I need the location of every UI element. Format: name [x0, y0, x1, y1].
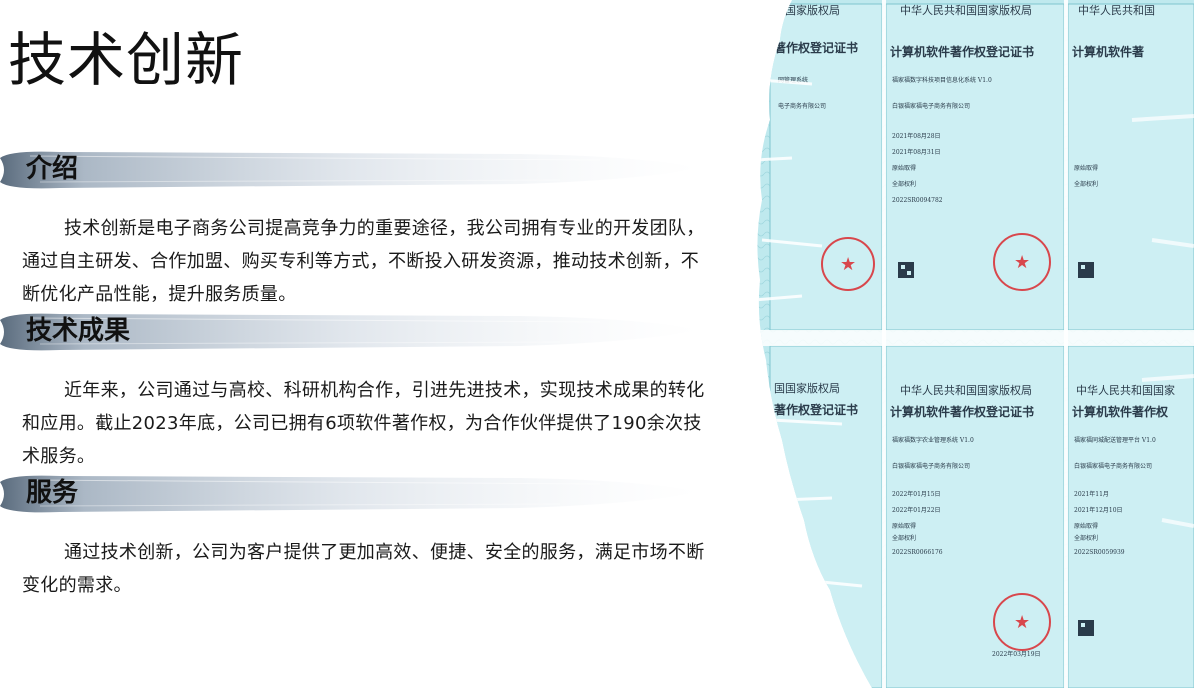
cert-method: 原始取得	[1074, 522, 1098, 530]
section-banner-intro: 介绍	[0, 148, 700, 192]
section-body-service: 通过技术创新，公司为客户提供了更加高效、便捷、安全的服务，满足市场不断变化的需求…	[22, 542, 705, 596]
cert-date-completed: 2021年08月28日	[892, 132, 941, 140]
cert-title: 计算机软件著	[1072, 44, 1144, 59]
section-heading-achievements: 技术成果	[26, 316, 131, 346]
qr-code-icon	[898, 262, 914, 278]
certificate-top-right: 中华人民共和国 计算机软件著 原始取得 全部权利	[1067, 3, 1194, 331]
cert-owner: 白银福家福电子商务有限公司	[1074, 462, 1152, 470]
section-heading-service: 服务	[26, 478, 79, 508]
cert-owner: 白银福家福电子商务有限公司	[892, 102, 970, 110]
certificates-image: 国国家版权局 著作权登记证书 网管理系统 电子商务有限公司 ★ 中华人民共和国国…	[752, 0, 1194, 688]
cert-date-completed: 2021年11月	[1074, 490, 1109, 498]
cert-scope: 全部权利	[1074, 180, 1098, 188]
svg-text:★: ★	[840, 254, 856, 275]
cert-header: 国国家版权局	[774, 3, 840, 17]
page-title: 技术创新	[8, 26, 245, 94]
brush-stroke-decoration	[0, 475, 700, 513]
cert-scope: 全部权利	[1074, 534, 1098, 542]
cert-title: 著作权登记证书	[773, 402, 858, 417]
cert-header: 中华人民共和国国家版权局	[900, 3, 1032, 17]
cert-header: 中华人民共和国	[1078, 3, 1155, 17]
certificate-bottom-right: 中华人民共和国国家 计算机软件著作权 福家福同城配送管理平台 V1.0 白银福家…	[1067, 345, 1194, 688]
section-heading-intro: 介绍	[26, 154, 79, 184]
brush-stroke-decoration	[0, 151, 700, 189]
svg-text:★: ★	[1014, 252, 1030, 273]
section-banner-achievements: 技术成果	[0, 310, 700, 354]
cert-title: 计算机软件著作权登记证书	[890, 404, 1034, 419]
section-body-intro: 技术创新是电子商务公司提高竞争力的重要途径，我公司拥有专业的开发团队，通过自主研…	[22, 218, 705, 305]
cert-number: 2022SR0066176	[892, 549, 943, 556]
cert-owner: 电子商务有限公司	[778, 102, 826, 110]
cert-header: 中华人民共和国国家版权局	[900, 383, 1032, 397]
cert-date-completed: 2022年01月15日	[892, 490, 941, 498]
cert-title: 计算机软件著作权	[1072, 404, 1169, 419]
cert-method: 原始取得	[892, 164, 916, 172]
cert-header: 国国家版权局	[774, 381, 840, 395]
certificate-bottom-left: 国国家版权局 著作权登记证书	[769, 345, 883, 688]
certificate-collage: 国国家版权局 著作权登记证书 网管理系统 电子商务有限公司 ★ 中华人民共和国国…	[757, 0, 1194, 688]
cert-method: 原始取得	[1074, 164, 1098, 172]
cert-title: 计算机软件著作权登记证书	[890, 44, 1034, 59]
cert-date-published: 2022年01月22日	[892, 506, 941, 514]
cert-scope: 全部权利	[892, 180, 916, 188]
cert-owner: 白银福家福电子商务有限公司	[892, 462, 970, 470]
cert-software: 福家福数字农业管理系统 V1.0	[892, 436, 974, 444]
certificate-top-left: 国国家版权局 著作权登记证书 网管理系统 电子商务有限公司 ★	[769, 3, 883, 331]
cert-date-published: 2021年08月31日	[892, 148, 941, 156]
slide-page: 技术创新 介绍 技术创新是电子商务公司提高竞争力的重要途径，我公司拥有专业的开发…	[0, 0, 1194, 688]
cert-header: 中华人民共和国国家	[1076, 383, 1175, 397]
cert-software: 福家福同城配送管理平台 V1.0	[1074, 436, 1156, 444]
cert-stamp-date: 2022年03月19日	[992, 650, 1041, 658]
cert-date-published: 2021年12月10日	[1074, 506, 1123, 514]
cert-number: 2022SR0094782	[892, 197, 943, 204]
cert-title: 著作权登记证书	[773, 40, 858, 55]
cert-scope: 全部权利	[892, 534, 916, 542]
cert-software: 福家福数字科技项目信息化系统 V1.0	[892, 76, 992, 84]
qr-code-icon	[1078, 262, 1094, 278]
cert-method: 原始取得	[892, 522, 916, 530]
certificate-bottom-middle: 中华人民共和国国家版权局 计算机软件著作权登记证书 福家福数字农业管理系统 V1…	[885, 345, 1065, 688]
cert-number: 2022SR0059939	[1074, 549, 1125, 556]
qr-code-icon	[1078, 620, 1094, 636]
svg-text:★: ★	[1014, 612, 1030, 633]
section-body-achievements: 近年来，公司通过与高校、科研机构合作，引进先进技术，实现技术成果的转化和应用。截…	[22, 380, 705, 467]
certificate-top-middle: 中华人民共和国国家版权局 计算机软件著作权登记证书 福家福数字科技项目信息化系统…	[885, 3, 1065, 331]
section-banner-service: 服务	[0, 472, 700, 516]
